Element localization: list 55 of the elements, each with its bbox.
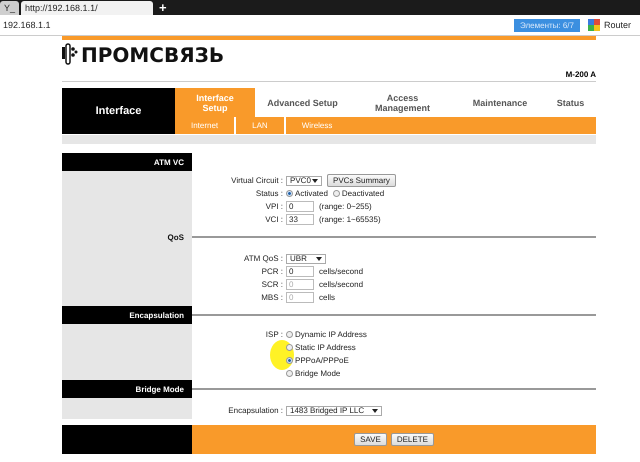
find-counter: Элементы: 6/7 [514,18,580,32]
field-hint: (range: 0~255) [319,202,372,211]
new-tab-button[interactable]: + [159,1,167,15]
summary-button[interactable]: PVCs Summary [327,174,396,187]
radio-button[interactable] [286,370,293,377]
radio-option[interactable]: Static IP Address [286,343,596,352]
caret-icon [312,178,318,182]
field-hint: (range: 1~65535) [319,215,381,224]
section-header: ATM VC [62,153,192,171]
browser-tab[interactable]: http://192.168.1.1/ [21,1,154,15]
section-header: QoS [62,228,192,246]
field-label: PCR : [260,267,284,276]
section-header: Bridge Mode [62,380,192,398]
section-header: Encapsulation [62,306,192,324]
dropdown[interactable]: 1483 Bridged IP LLC [286,406,382,416]
logo-text: ПРОМСВЯЗЬ [81,43,224,67]
caret-icon [316,256,322,260]
field-label: MBS : [260,293,284,302]
field-label: VPI : [264,202,284,211]
input-field[interactable]: 0 [286,201,314,212]
radio-button[interactable] [286,344,293,351]
radio-button[interactable] [286,331,293,338]
action-button[interactable]: DELETE [390,433,434,446]
caret-icon [372,408,378,412]
dropdown[interactable]: UBR [286,254,326,264]
radio-option[interactable]: Dynamic IP Address [286,330,596,339]
radio-button[interactable] [332,190,340,197]
radio-option[interactable]: Activated [286,189,328,198]
logo-icon [62,43,78,67]
field-label: Encapsulation : [227,406,284,415]
radio-option[interactable]: Bridge Mode [286,369,596,378]
search-engine-icon[interactable] [588,19,600,31]
cursor-highlight [270,340,294,370]
dropdown[interactable]: PVC0 [286,176,322,186]
section-title: Interface [62,88,175,134]
field-label: SCR : [260,280,284,289]
action-button[interactable]: SAVE [354,433,387,446]
field-hint: cells [319,293,336,302]
field-label: VCI : [264,215,284,224]
field-label: Status : [254,189,284,198]
search-field[interactable]: Router [604,20,631,30]
radio-button[interactable] [286,190,293,197]
field-label: ISP : [264,330,284,339]
input-field[interactable]: 33 [286,214,314,225]
radio-button[interactable] [286,357,293,364]
field-label: ATM QoS : [243,254,284,263]
field-hint: cells/second [319,280,364,289]
field-label: Virtual Circuit : [230,176,284,185]
input-field[interactable]: 0 [286,266,314,277]
model-name: M-200 A [564,70,596,79]
field-hint: cells/second [319,267,364,276]
browser-tab[interactable]: Y_ [0,1,20,15]
radio-option[interactable]: PPPoA/PPPoE [286,356,596,365]
radio-option[interactable]: Deactivated [332,189,384,198]
address-field[interactable]: 192.168.1.1 [3,20,514,30]
